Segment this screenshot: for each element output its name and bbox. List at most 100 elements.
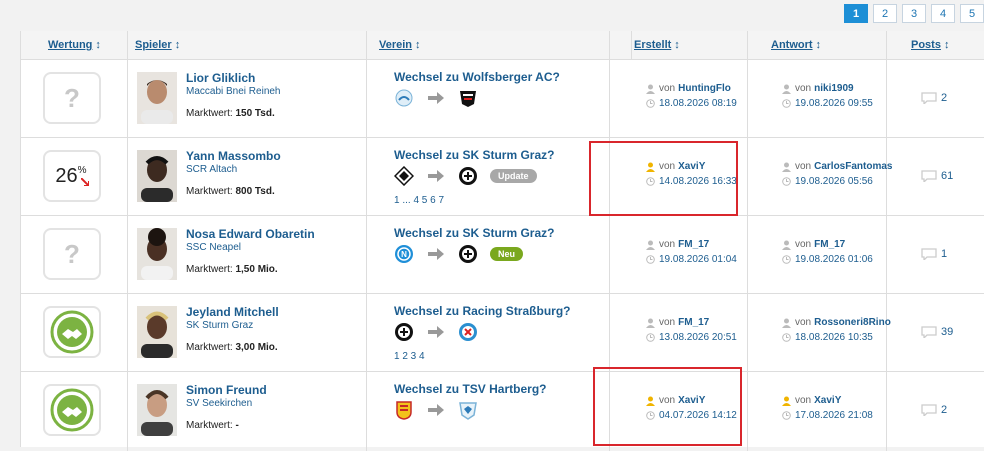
created-user-link[interactable]: FM_17 xyxy=(678,317,709,328)
created-timestamp[interactable]: 18.08.2026 08:19 xyxy=(659,98,737,109)
posts-count[interactable]: 2 xyxy=(921,404,947,416)
rating-box[interactable]: 26% xyxy=(43,150,101,202)
header-answer[interactable]: Antwort ↕ xyxy=(748,31,887,59)
created-timestamp[interactable]: 19.08.2026 01:04 xyxy=(659,254,737,265)
header-rating[interactable]: Wertung ↕ xyxy=(21,31,128,59)
thread-pages[interactable]: 1 2 3 4 xyxy=(394,351,425,362)
player-name[interactable]: Jeyland Mitchell xyxy=(186,305,279,319)
page-3-button[interactable]: 3 xyxy=(902,4,926,23)
avatar[interactable] xyxy=(137,306,177,358)
posts-count[interactable]: 2 xyxy=(921,92,947,104)
posts-count[interactable]: 1 xyxy=(921,248,947,260)
player-name[interactable]: Nosa Edward Obaretin xyxy=(186,227,315,241)
sort-icon[interactable]: ↕ xyxy=(175,39,181,51)
new-club-crest[interactable] xyxy=(458,400,478,420)
posts-number[interactable]: 2 xyxy=(941,92,947,104)
sort-icon[interactable]: ↕ xyxy=(95,39,101,51)
thread-title[interactable]: Wechsel zu Racing Straßburg? xyxy=(394,304,570,318)
header-player[interactable]: Spieler ↕ xyxy=(128,31,367,59)
header-club-label[interactable]: Verein xyxy=(379,39,412,51)
page-5-button[interactable]: 5 xyxy=(960,4,984,23)
player-club[interactable]: SSC Neapel xyxy=(186,242,241,253)
old-club-crest[interactable]: N xyxy=(394,244,414,264)
new-club-crest[interactable] xyxy=(458,244,478,264)
answer-user-link[interactable]: XaviY xyxy=(814,395,841,406)
created-timestamp[interactable]: 13.08.2026 20:51 xyxy=(659,332,737,343)
user-icon xyxy=(782,396,791,406)
thread-title[interactable]: Wechsel zu TSV Hartberg? xyxy=(394,382,546,396)
page-2-button[interactable]: 2 xyxy=(873,4,897,23)
answer-timestamp[interactable]: 18.08.2026 10:35 xyxy=(795,332,873,343)
avatar[interactable] xyxy=(137,384,177,436)
avatar[interactable] xyxy=(137,150,177,202)
header-created-label[interactable]: Erstellt xyxy=(634,39,671,51)
new-club-crest[interactable] xyxy=(458,322,478,342)
avatar[interactable] xyxy=(137,72,177,124)
transfer-clubs: N Neu xyxy=(394,244,524,264)
rating-value: 26 xyxy=(55,164,78,187)
posts-number[interactable]: 61 xyxy=(941,170,953,182)
sort-icon[interactable]: ↕ xyxy=(816,39,822,51)
rating-box[interactable]: ? xyxy=(43,228,101,280)
player-name[interactable]: Simon Freund xyxy=(186,383,267,397)
header-posts-label[interactable]: Posts xyxy=(911,39,941,51)
old-club-crest[interactable] xyxy=(394,400,414,420)
page-1-button[interactable]: 1 xyxy=(844,4,868,23)
created-user-link[interactable]: XaviY xyxy=(678,395,705,406)
posts-count[interactable]: 39 xyxy=(921,326,953,338)
answer-user-link[interactable]: CarlosFantomas xyxy=(814,161,892,172)
header-rating-label[interactable]: Wertung xyxy=(48,39,92,51)
rating-box[interactable] xyxy=(43,306,101,358)
posts-count[interactable]: 61 xyxy=(921,170,953,182)
answer-timestamp[interactable]: 19.08.2026 05:56 xyxy=(795,176,873,187)
avatar[interactable] xyxy=(137,228,177,280)
created-timestamp[interactable]: 14.08.2026 16:33 xyxy=(659,176,737,187)
sort-icon[interactable]: ↕ xyxy=(415,39,421,51)
thread-pages[interactable]: 1 ... 4 5 6 7 xyxy=(394,195,444,206)
header-answer-label[interactable]: Antwort xyxy=(771,39,813,51)
posts-number[interactable]: 39 xyxy=(941,326,953,338)
thread-title[interactable]: Wechsel zu SK Sturm Graz? xyxy=(394,226,554,240)
rating-box[interactable]: ? xyxy=(43,72,101,124)
answer-user-link[interactable]: FM_17 xyxy=(814,239,845,250)
created-by: von XaviY xyxy=(646,161,705,172)
created-user-link[interactable]: HuntingFlo xyxy=(678,83,731,94)
clock-icon xyxy=(646,411,655,420)
new-club-crest[interactable] xyxy=(458,166,478,186)
clock-icon xyxy=(646,99,655,108)
old-club-crest[interactable] xyxy=(394,166,414,186)
old-club-crest[interactable] xyxy=(394,322,414,342)
posts-number[interactable]: 2 xyxy=(941,404,947,416)
player-name[interactable]: Lior Gliklich xyxy=(186,71,255,85)
player-club[interactable]: SV Seekirchen xyxy=(186,398,252,409)
thread-title[interactable]: Wechsel zu Wolfsberger AC? xyxy=(394,70,560,84)
header-club[interactable]: Verein ↕ xyxy=(367,31,610,59)
answer-timestamp[interactable]: 19.08.2026 01:06 xyxy=(795,254,873,265)
player-club[interactable]: SK Sturm Graz xyxy=(186,320,253,331)
player-club[interactable]: Maccabi Bnei Reineh xyxy=(186,86,281,97)
posts-number[interactable]: 1 xyxy=(941,248,947,260)
answer-user-link[interactable]: Rossoneri8Rino xyxy=(814,317,891,328)
created-user-link[interactable]: XaviY xyxy=(678,161,705,172)
rating-box[interactable] xyxy=(43,384,101,436)
old-club-crest[interactable] xyxy=(394,88,414,108)
player-name[interactable]: Yann Massombo xyxy=(186,149,281,163)
sort-icon[interactable]: ↕ xyxy=(944,39,950,51)
player-club[interactable]: SCR Altach xyxy=(186,164,237,175)
new-club-crest[interactable] xyxy=(458,88,478,108)
created-by: von FM_17 xyxy=(646,239,709,250)
header-posts[interactable]: Posts ↕ xyxy=(887,31,984,59)
answer-by-label: von xyxy=(795,161,812,172)
created-timestamp[interactable]: 04.07.2026 14:12 xyxy=(659,410,737,421)
thread-title[interactable]: Wechsel zu SK Sturm Graz? xyxy=(394,148,554,162)
sort-icon[interactable]: ↕ xyxy=(674,39,680,51)
created-user-link[interactable]: FM_17 xyxy=(678,239,709,250)
answer-timestamp[interactable]: 19.08.2026 09:55 xyxy=(795,98,873,109)
header-created[interactable]: Erstellt ↕ xyxy=(632,31,748,59)
page-4-button[interactable]: 4 xyxy=(931,4,955,23)
clock-icon xyxy=(646,333,655,342)
answer-user-link[interactable]: niki1909 xyxy=(814,83,853,94)
header-player-label[interactable]: Spieler xyxy=(135,39,172,51)
answer-timestamp[interactable]: 17.08.2026 21:08 xyxy=(795,410,873,421)
answer-by: von Rossoneri8Rino xyxy=(782,317,891,328)
